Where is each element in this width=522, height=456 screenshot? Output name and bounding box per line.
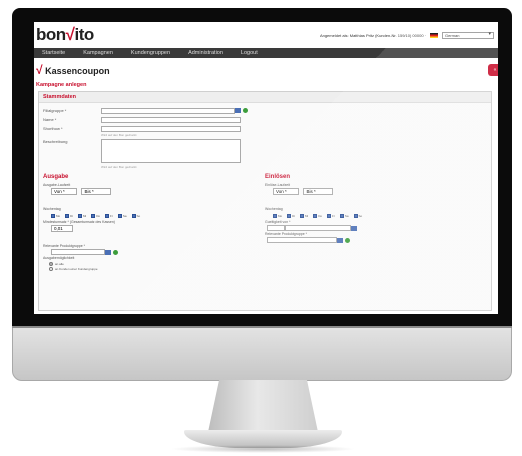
einloesen-bis-input[interactable]: Bis * — [303, 188, 334, 195]
page-header: √ Kassencoupon « — [34, 58, 498, 82]
ausgabe-days: Mo Di Mi Do Fr Sa So — [43, 212, 265, 219]
logo[interactable]: bon√ito — [36, 25, 94, 45]
add-icon[interactable] — [345, 237, 350, 243]
page-title: √ Kassencoupon — [36, 63, 110, 77]
day-checkbox[interactable]: Di — [287, 213, 295, 218]
language-select[interactable]: German — [442, 31, 494, 39]
nav-startseite[interactable]: Startseite — [42, 50, 65, 56]
einloesen-days: Mo Di Mi Do Fr Sa So — [265, 212, 487, 219]
monitor-chin — [12, 326, 512, 381]
monitor-mockup: bon√ito Angemeldet als: Matthias Pritz (… — [0, 0, 522, 456]
einloesen-produktgruppe-select[interactable] — [267, 237, 337, 243]
monitor-stand-neck — [208, 380, 318, 432]
add-icon[interactable] — [243, 108, 248, 113]
name-input[interactable] — [101, 116, 241, 123]
app-header: bon√ito Angemeldet als: Matthias Pritz (… — [34, 22, 498, 48]
form-panel: Stammdaten Filialgruppe * Name * Shortho… — [38, 91, 492, 311]
day-checkbox[interactable]: So — [131, 213, 140, 218]
nav-logout[interactable]: Logout — [241, 50, 258, 56]
day-checkbox[interactable]: Di — [65, 213, 73, 218]
field-shorthow: Shorthow * — [39, 124, 491, 133]
dropdown-arrow-icon[interactable] — [351, 225, 357, 231]
beschreibung-textarea[interactable] — [101, 139, 241, 163]
section-einloesen: Einlösen — [265, 174, 291, 180]
day-checkbox[interactable]: Mo — [51, 213, 60, 218]
mindestumsatz-input[interactable]: 0,01 — [51, 225, 73, 232]
nav-kundengruppen[interactable]: Kundengruppen — [131, 50, 170, 56]
user-box: Angemeldet als: Matthias Pritz (Kunden-N… — [319, 31, 494, 39]
day-checkbox[interactable]: Sa — [339, 213, 349, 218]
add-icon[interactable] — [113, 249, 118, 255]
monitor-shadow — [170, 445, 356, 453]
ausgabe-bis-input[interactable]: Bis * — [81, 188, 112, 195]
ausgabe-column: Ausgabe Ausgabe-Laufzeit Von * Bis * Woc… — [43, 172, 265, 271]
beschreibung-hint: Wird auf den Bon gedruckt — [101, 165, 137, 169]
monitor-divider — [12, 326, 512, 328]
day-checkbox[interactable]: Fr — [105, 213, 113, 218]
day-checkbox[interactable]: Mi — [78, 213, 86, 218]
radio-kundengruppe[interactable]: an Kunden einer Kundengruppe — [43, 266, 265, 271]
einloesen-column: Einlösen Einlöse-Laufzeit Von * Bis * Wo… — [265, 172, 487, 271]
day-checkbox[interactable]: So — [353, 213, 362, 218]
back-button[interactable]: « — [488, 64, 498, 76]
user-info: Angemeldet als: Matthias Pritz (Kunden-N… — [319, 32, 426, 38]
nav-kampagnen[interactable]: Kampagnen — [83, 50, 113, 56]
check-logo-icon: √ — [36, 63, 43, 77]
ausgabe-von-input[interactable]: Von * — [51, 188, 77, 195]
field-filialgruppe: Filialgruppe * — [39, 106, 491, 115]
field-beschreibung: Beschreibung — [39, 137, 491, 165]
section-ausgabe: Ausgabe — [43, 174, 69, 180]
ausgabe-einloesen-columns: Ausgabe Ausgabe-Laufzeit Von * Bis * Woc… — [39, 172, 491, 271]
day-checkbox[interactable]: Do — [91, 213, 100, 218]
day-checkbox[interactable]: Mo — [273, 213, 282, 218]
page-subtitle: Kampagne anlegen — [36, 82, 87, 88]
day-checkbox[interactable]: Mi — [300, 213, 308, 218]
day-checkbox[interactable]: Do — [313, 213, 322, 218]
nav-administration[interactable]: Administration — [188, 50, 223, 56]
dropdown-arrow-icon[interactable] — [105, 249, 111, 255]
main-nav: Startseite Kampagnen Kundengruppen Admin… — [34, 48, 498, 58]
dropdown-arrow-icon[interactable] — [235, 108, 241, 113]
screen: bon√ito Angemeldet als: Matthias Pritz (… — [34, 22, 498, 314]
day-checkbox[interactable]: Sa — [117, 213, 127, 218]
day-checkbox[interactable]: Fr — [327, 213, 335, 218]
field-name: Name * — [39, 115, 491, 124]
flag-de-icon — [430, 32, 438, 38]
einloesen-von-input[interactable]: Von * — [273, 188, 299, 195]
section-stammdaten: Stammdaten — [39, 92, 491, 103]
filialgruppe-select[interactable] — [101, 107, 235, 114]
shorthow-input[interactable] — [101, 125, 241, 132]
dropdown-arrow-icon[interactable] — [337, 237, 343, 243]
